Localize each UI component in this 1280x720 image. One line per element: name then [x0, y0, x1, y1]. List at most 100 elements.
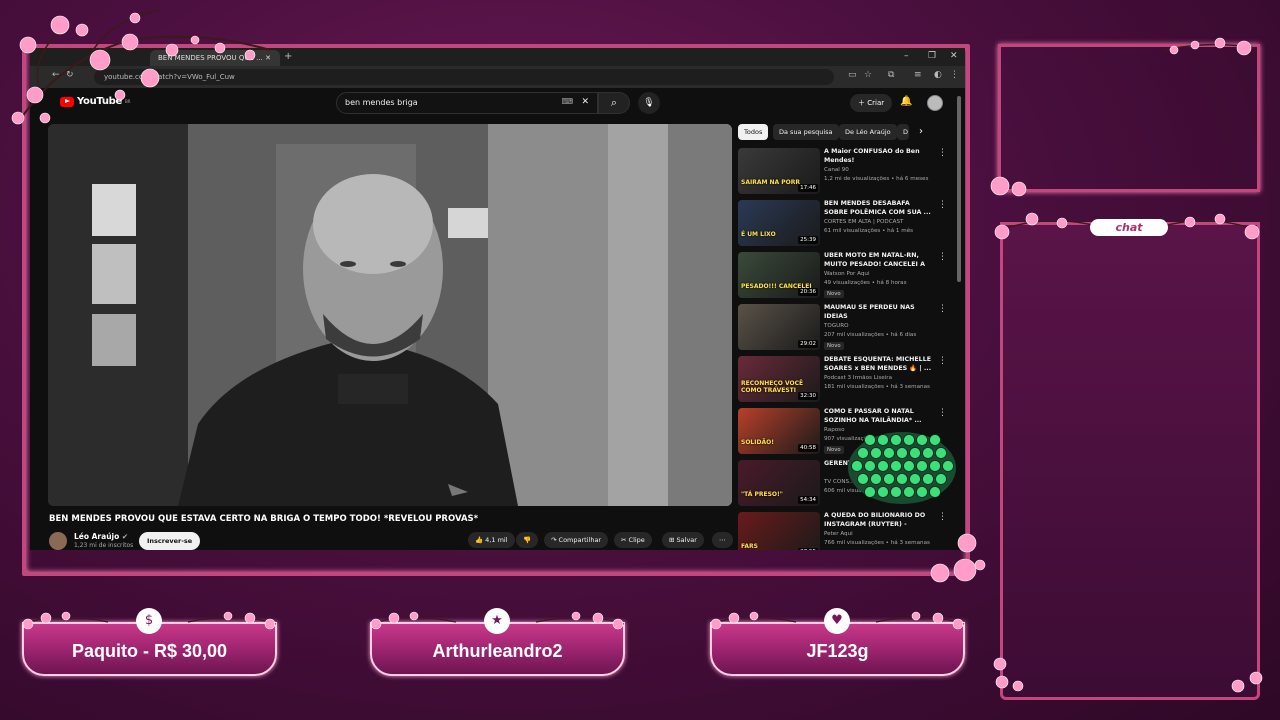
emote-dot: [922, 447, 934, 459]
recommendation-title[interactable]: MAUMAU SE PERDEU NAS IDEIAS: [824, 304, 934, 321]
more-options-icon[interactable]: ⋮: [938, 252, 947, 262]
cherry-blossom-alert: [22, 611, 277, 630]
channel-subscribers: 1,23 mi de inscritos: [74, 542, 134, 549]
profile-icon[interactable]: ◐: [934, 70, 942, 80]
recommendation-channel[interactable]: CORTES EM ALTA | PODCAST: [824, 219, 903, 225]
recommendation-meta: 49 visualizações • há 8 horas: [824, 280, 907, 286]
video-player[interactable]: [48, 124, 732, 506]
video-thumbnail[interactable]: RECONHEÇO VOCÊ COMO TRAVESTI 32:30: [738, 356, 820, 402]
channel-avatar[interactable]: [49, 532, 67, 550]
chips-next-icon[interactable]: ›: [919, 126, 923, 137]
chip-from-search[interactable]: Da sua pesquisa: [773, 124, 839, 140]
recommendation-meta: 61 mil visualizações • há 1 mês: [824, 228, 914, 234]
video-thumbnail[interactable]: É UM LIXO 25:39: [738, 200, 820, 246]
emote-dot: [942, 460, 954, 472]
subscribe-button[interactable]: Inscrever-se: [139, 532, 201, 550]
video-thumbnail[interactable]: FARS37:55: [738, 512, 820, 550]
emote-dot: [864, 434, 876, 446]
more-options-icon[interactable]: ⋮: [938, 512, 947, 522]
cast-icon[interactable]: ▭: [848, 70, 857, 80]
scissors-icon: ✂: [621, 536, 627, 544]
thumbs-up-icon: 👍: [475, 536, 484, 544]
recommendation-item[interactable]: SAIRAM NA PORR 17:46 A Maior CONFUSÃO do B…: [738, 148, 953, 196]
save-button[interactable]: ⊞ Salvar: [662, 532, 704, 548]
recommendation-item[interactable]: 29:02 MAUMAU SE PERDEU NAS IDEIAS TOGURO 20…: [738, 304, 953, 352]
notifications-icon[interactable]: 🔔: [900, 96, 912, 107]
video-title: BEN MENDES PROVOU QUE ESTAVA CERTO NA BR…: [49, 514, 479, 524]
emote-dot: [896, 447, 908, 459]
recommendation-channel[interactable]: Canal 90: [824, 167, 849, 173]
video-thumbnail[interactable]: PESADO!!! CANCELEI 20:36: [738, 252, 820, 298]
video-duration: 40:58: [798, 444, 818, 452]
recommendation-title[interactable]: DEBATE ESQUENTA: MICHELLE SOARES x BEN M…: [824, 356, 934, 373]
search-input[interactable]: ben mendes briga ⌨ ✕: [336, 92, 598, 114]
video-duration: 32:30: [798, 392, 818, 400]
emote-dot: [929, 460, 941, 472]
channel-name[interactable]: Léo Araújo ✔: [74, 532, 128, 541]
emote-dot: [877, 486, 889, 498]
recommendation-item[interactable]: PESADO!!! CANCELEI 20:36 UBER MOTO EM NATA…: [738, 252, 953, 300]
sidebar-icon[interactable]: ≡: [914, 70, 922, 80]
recommendation-channel[interactable]: Podcast 3 Irmãos Liseira: [824, 375, 892, 381]
emote-dot: [909, 473, 921, 485]
recommendation-title[interactable]: A Maior CONFUSÃO do Ben Mendes!: [824, 148, 934, 165]
share-button[interactable]: ↷ Compartilhar: [544, 532, 609, 548]
recommendation-item[interactable]: RECONHEÇO VOCÊ COMO TRAVESTI 32:30 DEBATE …: [738, 356, 953, 404]
recommendation-channel[interactable]: Peter Aqui: [824, 531, 853, 537]
browser-menu-icon[interactable]: ⋮: [950, 70, 959, 80]
extensions-icon[interactable]: ⧉: [888, 70, 894, 80]
clear-search-icon[interactable]: ✕: [581, 97, 589, 107]
emote-dot: [916, 434, 928, 446]
cherry-blossom-cam-top: [1164, 37, 1256, 56]
maximize-icon[interactable]: ❐: [928, 51, 936, 61]
dislike-button[interactable]: 👎: [516, 532, 539, 548]
video-duration: 20:36: [798, 288, 818, 296]
recommendation-meta: 1,2 mi de visualizações • há 6 meses: [824, 176, 929, 182]
voice-search-icon[interactable]: 🎙: [638, 92, 660, 114]
more-options-icon[interactable]: ⋮: [938, 304, 947, 314]
recommendation-title[interactable]: COMO É PASSAR O NATAL SOZINHO NA TAILÂND…: [824, 408, 934, 425]
minimize-icon[interactable]: –: [904, 51, 909, 61]
video-frame: [48, 124, 732, 506]
recommendation-item[interactable]: É UM LIXO 25:39 BEN MENDES DESABAFA SOBRE …: [738, 200, 953, 248]
cherry-blossom-branch-topleft: [11, 9, 271, 125]
recommendation-channel[interactable]: Raposo: [824, 427, 845, 433]
recommendation-title[interactable]: UBER MOTO EM NATAL-RN, MUITO PESADO! CAN…: [824, 252, 934, 269]
emote-dot: [916, 486, 928, 498]
video-thumbnail[interactable]: 29:02: [738, 304, 820, 350]
search-button[interactable]: ⌕: [598, 92, 630, 114]
chip-from-channel[interactable]: De Léo Araújo: [839, 124, 897, 140]
share-icon: ↷: [551, 536, 557, 544]
share-label: Compartilhar: [558, 536, 602, 544]
recommendation-title[interactable]: BEN MENDES DESABAFA SOBRE POLÊMICA COM S…: [824, 200, 934, 217]
close-window-icon[interactable]: ✕: [950, 51, 958, 61]
bookmark-star-icon[interactable]: ☆: [864, 70, 872, 80]
cherry-blossom-alert: [710, 611, 965, 630]
video-duration: 54:34: [798, 496, 818, 504]
recommendation-channel[interactable]: TOGURO: [824, 323, 849, 329]
more-options-icon[interactable]: ⋮: [938, 356, 947, 366]
avatar[interactable]: [927, 95, 943, 111]
keyboard-icon[interactable]: ⌨: [561, 97, 573, 106]
video-thumbnail[interactable]: "TÁ PRESO!" 54:34: [738, 460, 820, 506]
create-button[interactable]: ＋ Criar: [850, 94, 893, 112]
recommendation-channel[interactable]: Watson Por Aqui: [824, 271, 870, 277]
video-thumbnail[interactable]: SOLIDÃO! 40:58: [738, 408, 820, 454]
chip-more[interactable]: D: [897, 124, 909, 140]
more-options-icon[interactable]: ⋮: [938, 148, 947, 158]
like-button[interactable]: 👍 4,1 mil: [468, 532, 515, 548]
chip-all[interactable]: Todos: [738, 124, 769, 140]
emote-dot: [916, 460, 928, 472]
video-duration: 17:46: [798, 184, 818, 192]
search-icon: ⌕: [610, 96, 618, 109]
clip-label: Clipe: [628, 536, 645, 544]
chat-panel: [1000, 222, 1260, 700]
scrollbar-thumb[interactable]: [957, 96, 961, 282]
clip-button[interactable]: ✂ Clipe: [614, 532, 652, 548]
more-options-icon[interactable]: ⋮: [938, 408, 947, 418]
emote-dot: [909, 447, 921, 459]
video-thumbnail[interactable]: SAIRAM NA PORR 17:46: [738, 148, 820, 194]
more-options-icon[interactable]: ⋮: [938, 200, 947, 210]
recommendation-meta: 181 mil visualizações • há 3 semanas: [824, 384, 930, 390]
more-actions-icon[interactable]: ⋯: [712, 532, 733, 548]
